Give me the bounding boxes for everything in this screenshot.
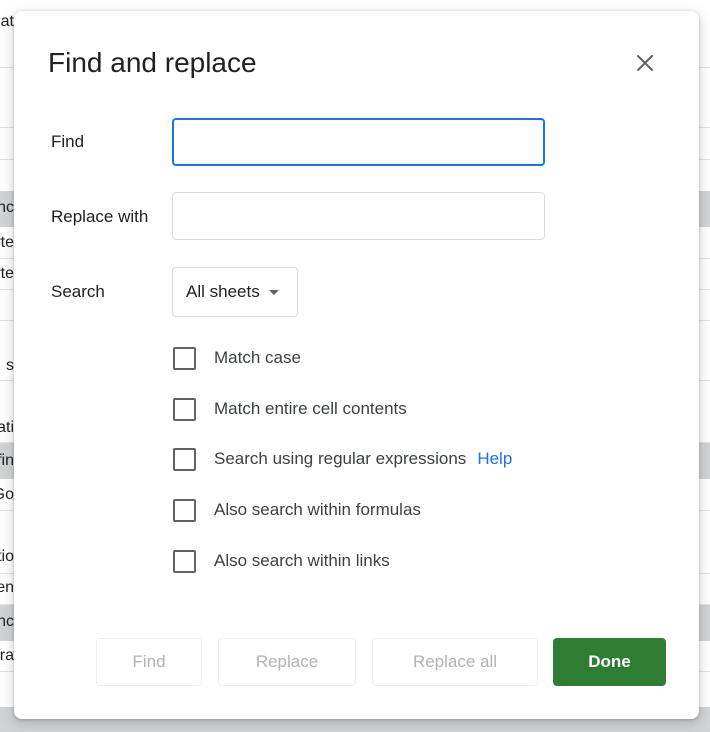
option-links: Also search within links	[173, 549, 390, 573]
dropdown-caret-icon	[268, 289, 279, 295]
match-entire-cell-checkbox[interactable]	[173, 397, 196, 421]
sheet-cell: rte	[0, 266, 14, 282]
sheet-cell: s	[6, 358, 14, 374]
replace-all-button[interactable]: Replace all	[372, 638, 538, 686]
sheet-cell: nc	[0, 614, 14, 630]
replace-button[interactable]: Replace	[218, 638, 356, 686]
sheet-cell: nc	[0, 200, 14, 216]
option-match-entire-cell: Match entire cell contents	[173, 397, 407, 421]
option-label: Match case	[214, 348, 301, 367]
close-icon	[637, 55, 653, 71]
find-input[interactable]	[172, 118, 545, 166]
option-label: Also search within formulas	[214, 500, 421, 519]
search-scope-select[interactable]: All sheets	[172, 267, 298, 317]
done-button[interactable]: Done	[553, 638, 666, 686]
sheet-cell: fin	[0, 453, 14, 469]
search-label: Search	[51, 282, 105, 301]
match-case-checkbox[interactable]	[173, 346, 196, 370]
sheet-cell: Go	[0, 487, 14, 503]
links-checkbox[interactable]	[173, 549, 196, 573]
sheet-cell: Tra	[0, 648, 14, 664]
option-label: Also search within links	[214, 551, 390, 570]
sheet-cell: at	[0, 14, 14, 30]
find-replace-dialog: Find and replace Find Replace with Searc…	[14, 11, 699, 719]
replace-input[interactable]	[172, 192, 545, 240]
sheet-cell: ati	[0, 420, 14, 436]
dialog-title: Find and replace	[48, 47, 257, 78]
sheet-cell: rte	[0, 235, 14, 251]
option-match-case: Match case	[173, 346, 301, 370]
sheet-cell: en	[0, 580, 14, 596]
option-regex: Search using regular expressions Help	[173, 447, 512, 471]
close-button[interactable]	[631, 49, 659, 77]
option-label: Match entire cell contents	[214, 399, 407, 418]
regex-checkbox[interactable]	[173, 447, 196, 471]
replace-label: Replace with	[51, 207, 149, 226]
regex-help-link[interactable]: Help	[477, 449, 512, 469]
search-scope-value: All sheets	[186, 282, 260, 301]
find-button[interactable]: Find	[96, 638, 202, 686]
sheet-cell: tio	[0, 549, 14, 565]
find-label: Find	[51, 132, 85, 151]
option-label: Search using regular expressions	[214, 449, 467, 468]
formulas-checkbox[interactable]	[173, 498, 196, 522]
option-formulas: Also search within formulas	[173, 498, 421, 522]
